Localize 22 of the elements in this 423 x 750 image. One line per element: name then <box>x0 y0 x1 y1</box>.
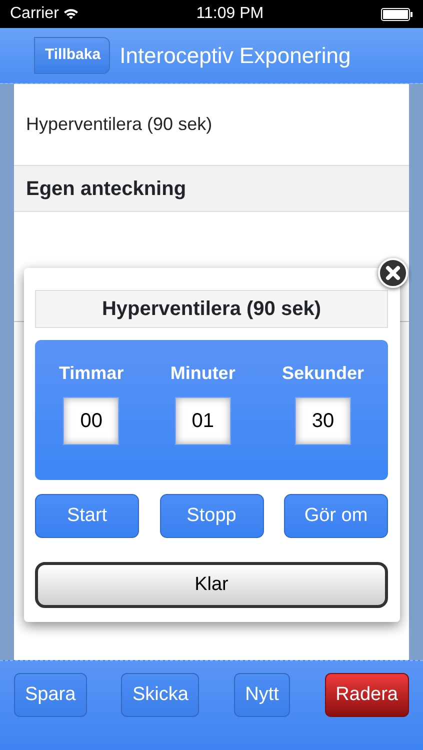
status-time: 11:09 PM <box>196 4 264 24</box>
timer-button[interactable]: Gör om <box>284 494 388 538</box>
timer-label: Timmar <box>59 362 124 385</box>
back-button[interactable]: Tillbaka <box>34 37 110 74</box>
timer-label: Sekunder <box>282 362 364 385</box>
battery-icon <box>381 8 413 20</box>
screen-title: Interoceptiv Exponering <box>120 42 351 70</box>
timer-button[interactable]: Start <box>35 494 139 538</box>
time-field[interactable]: 01 <box>174 397 231 445</box>
carrier-name: Carrier <box>10 4 59 24</box>
section-header: Egen anteckning <box>14 166 409 212</box>
wifi-icon <box>62 8 79 20</box>
toolbar-button[interactable]: Spara <box>14 673 87 717</box>
dialog-title: Hyperventilera (90 sek) <box>35 290 388 328</box>
time-field[interactable]: 00 <box>63 397 120 445</box>
timer-label: Minuter <box>170 362 236 385</box>
toolbar-button[interactable]: Nytt <box>234 673 290 717</box>
toolbar-button[interactable]: Skicka <box>121 673 200 717</box>
delete-button[interactable]: Radera <box>324 673 409 717</box>
timer-button[interactable]: Stopp <box>160 494 264 538</box>
done-button[interactable]: Klar <box>35 562 388 608</box>
time-field[interactable]: 30 <box>294 397 351 445</box>
